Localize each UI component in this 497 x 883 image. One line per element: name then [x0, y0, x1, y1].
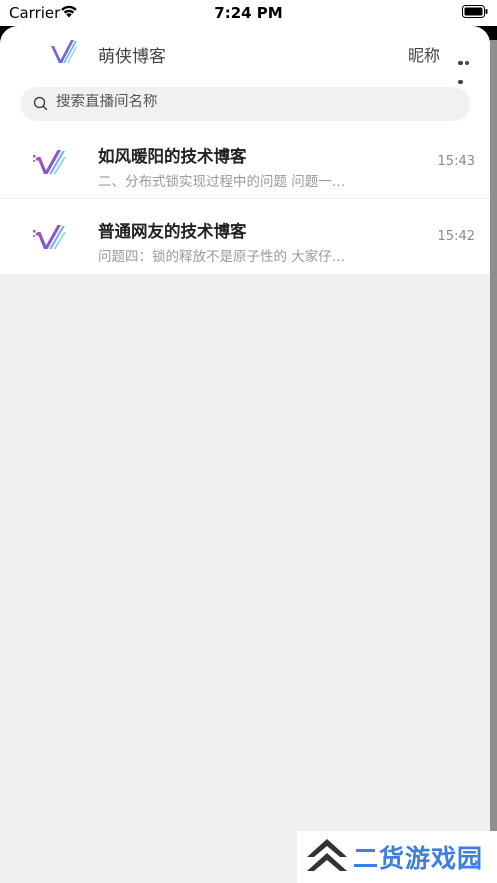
- list-item[interactable]: 如风暖阳的技术博客 二、分布式锁实现过程中的问题 问题一… 15:43: [0, 124, 490, 199]
- room-time: 15:42: [437, 229, 475, 244]
- clock-label: 7:24 PM: [214, 4, 283, 22]
- watermark-logo-icon: [307, 839, 347, 871]
- room-preview: 问题四：锁的释放不是原子性的 大家仔…: [98, 249, 346, 265]
- nickname-button[interactable]: 昵称: [408, 42, 440, 66]
- top-section: 萌侠博客 昵称: [0, 26, 490, 124]
- scroll-indicator: [490, 40, 497, 883]
- status-bar: Carrier 7:24 PM: [0, 0, 497, 26]
- room-title: 如风暖阳的技术博客: [98, 147, 247, 166]
- v-logo-icon: [33, 150, 66, 174]
- header-title: 萌侠博客: [98, 47, 166, 67]
- watermark-text: 二货游戏园: [353, 844, 484, 873]
- list-item[interactable]: 普通网友的技术博客 问题四：锁的释放不是原子性的 大家仔… 15:42: [0, 199, 490, 274]
- v-logo-icon: [51, 40, 77, 63]
- room-preview: 二、分布式锁实现过程中的问题 问题一…: [98, 174, 346, 190]
- room-list: 如风暖阳的技术博客 二、分布式锁实现过程中的问题 问题一… 15:43 普通网友…: [0, 124, 490, 274]
- battery-icon: [462, 5, 488, 18]
- room-time: 15:43: [437, 154, 475, 169]
- v-logo-icon: [33, 225, 66, 249]
- watermark: 二货游戏园: [297, 831, 497, 883]
- app-header: 萌侠博客 昵称: [0, 26, 490, 84]
- main-sheet: 萌侠博客 昵称 搜索直播间名称 如风暖阳的技术博客 二、分布式锁实现过程中的问题…: [0, 26, 490, 883]
- room-title: 普通网友的技术博客: [98, 222, 247, 241]
- search-bar[interactable]: [20, 87, 470, 121]
- search-input[interactable]: [56, 94, 436, 110]
- search-section: [0, 78, 490, 124]
- more-dots-icon[interactable]: [458, 50, 476, 84]
- device-screen: Carrier 7:24 PM 萌侠博客 昵称 搜索直播间名称 如风暖阳的技术博…: [0, 0, 497, 883]
- search-icon: [33, 96, 48, 111]
